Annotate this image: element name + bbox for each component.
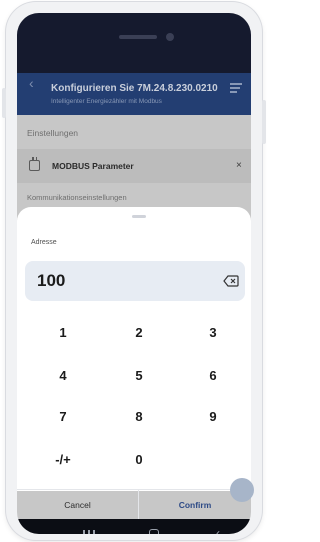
close-icon[interactable]: × — [236, 160, 242, 171]
front-camera — [166, 33, 174, 41]
field-label: Adresse — [31, 239, 57, 246]
home-icon[interactable] — [149, 529, 159, 534]
key-8[interactable]: 8 — [115, 405, 163, 429]
recents-icon[interactable] — [83, 530, 95, 534]
screen: ‹ Konfigurieren Sie 7M.24.8.230.0210 Int… — [17, 13, 251, 534]
app-subtitle: Intelligenter Energiezähler mit Modbus — [51, 98, 162, 105]
backspace-icon[interactable] — [223, 275, 239, 287]
key-0[interactable]: 0 — [115, 448, 163, 472]
nav-back-icon[interactable]: ‹ — [216, 526, 220, 534]
param-label: MODBUS Parameter — [52, 161, 134, 171]
power-button — [262, 100, 266, 144]
cancel-button[interactable]: Cancel — [17, 491, 138, 519]
key-6[interactable]: 6 — [189, 364, 237, 388]
key-9[interactable]: 9 — [189, 405, 237, 429]
status-bar — [17, 13, 251, 73]
key-5[interactable]: 5 — [115, 364, 163, 388]
app-bar — [17, 73, 251, 115]
key-3[interactable]: 3 — [189, 321, 237, 345]
sheet-grabber[interactable] — [132, 215, 146, 218]
address-value: 100 — [37, 271, 66, 290]
key-2[interactable]: 2 — [115, 321, 163, 345]
button-divider — [17, 489, 251, 490]
speaker-grille — [119, 35, 157, 39]
back-arrow-icon[interactable]: ‹ — [29, 75, 34, 91]
filter-icon[interactable] — [230, 83, 242, 93]
volume-button — [2, 88, 6, 118]
calendar-icon — [29, 157, 40, 171]
key-7[interactable]: 7 — [39, 405, 87, 429]
app-title: Konfigurieren Sie 7M.24.8.230.0210 — [51, 83, 218, 94]
communication-label: Kommunikationseinstellungen — [27, 193, 127, 202]
key-1[interactable]: 1 — [39, 321, 87, 345]
touch-indicator — [230, 478, 254, 502]
section-label: Einstellungen — [27, 128, 79, 138]
key-sign-toggle[interactable]: -/+ — [39, 448, 87, 472]
key-4[interactable]: 4 — [39, 364, 87, 388]
